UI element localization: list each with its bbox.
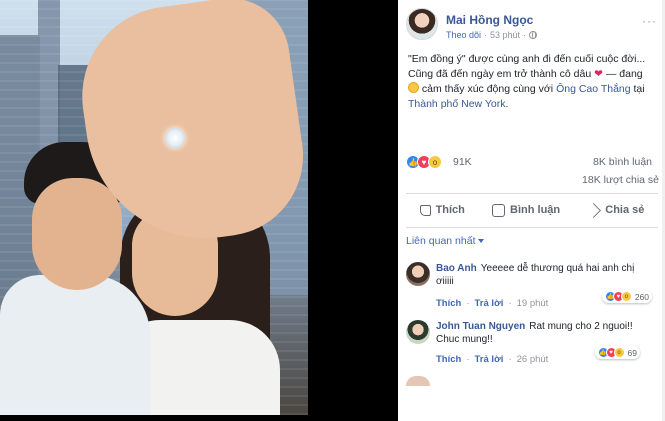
post-text: "Em đồng ý" được cùng anh đi đến cuối cu…: [408, 52, 660, 112]
photo-border: [0, 415, 308, 421]
comment-actions: Thích · Trả lời · 19 phút: [436, 298, 548, 309]
post-photo[interactable]: [0, 0, 308, 415]
meta-dot: ·: [466, 298, 470, 309]
commenter-avatar[interactable]: [406, 262, 430, 286]
comment-reaction-count: 260: [634, 291, 649, 302]
comment-like-link[interactable]: Thích: [436, 298, 461, 309]
follow-link[interactable]: Theo dõi: [446, 30, 481, 40]
comment-reactions[interactable]: 👍 ♥ o 69: [594, 346, 640, 359]
comment-filter-dropdown[interactable]: Liên quan nhất: [406, 235, 485, 247]
author-avatar[interactable]: [406, 8, 438, 40]
post-text-period: .: [505, 98, 509, 110]
comment-reply-link[interactable]: Trả lời: [475, 354, 504, 365]
post-text-line: tại: [633, 83, 645, 95]
post-actions: Thích Bình luận Chia sẻ: [406, 198, 658, 222]
comment-button-label: Bình luận: [510, 204, 561, 216]
share-count[interactable]: 18K lượt chia sẻ: [582, 174, 659, 186]
theater-background: [308, 0, 398, 421]
comment-body: John Tuan Nguyen Rat mung cho 2 nguoi!! C…: [436, 320, 652, 346]
comment-button[interactable]: Bình luận: [492, 203, 561, 217]
post-meta: Theo dõi · 53 phút ·: [446, 30, 538, 40]
post-text-line: Cũng đã đến ngày em trở thành cô dâu: [408, 68, 592, 80]
globe-icon: [529, 31, 538, 39]
like-button[interactable]: Thích: [419, 204, 465, 216]
post-time[interactable]: 53 phút: [490, 30, 520, 40]
share-icon: [586, 202, 602, 218]
divider: [406, 193, 658, 194]
tagged-person-link[interactable]: Ông Cao Thắng: [556, 83, 631, 95]
heart-icon: ❤: [594, 68, 603, 80]
comment-actions: Thích · Trả lời · 26 phút: [436, 354, 548, 365]
chevron-down-icon: [478, 239, 485, 243]
like-button-label: Thích: [435, 204, 465, 216]
man-shirt: [0, 275, 150, 415]
post-text-line: cảm thấy xúc động cùng với: [421, 83, 554, 95]
meta-dot: ·: [523, 30, 527, 40]
meta-dot: ·: [466, 354, 470, 365]
commenter-avatar[interactable]: [406, 320, 430, 344]
moved-emoji-icon: [408, 82, 419, 93]
comment-item: John Tuan Nguyen Rat mung cho 2 nguoi!! C…: [406, 320, 662, 370]
reaction-summary: 👍 ♥ o 91K 8K bình luận: [406, 155, 658, 171]
comment-icon: [492, 203, 506, 217]
comment-time[interactable]: 19 phút: [517, 298, 549, 309]
wow-icon: o: [428, 155, 442, 169]
comment-reactions[interactable]: 👍 ♥ o 260: [601, 290, 652, 303]
share-button[interactable]: Chia sẻ: [586, 202, 645, 218]
meta-dot: ·: [508, 354, 512, 365]
wow-icon: o: [613, 347, 625, 358]
comment-item: Bao Anh Yeeeee dễ thương quá hai anh chị …: [406, 262, 662, 312]
commenter-name[interactable]: John Tuan Nguyen: [436, 321, 525, 332]
more-icon[interactable]: ···: [642, 14, 657, 28]
reaction-icons[interactable]: 👍 ♥ o: [406, 155, 442, 169]
meta-dot: ·: [484, 30, 488, 40]
comment-body: Bao Anh Yeeeee dễ thương quá hai anh chị …: [436, 262, 652, 288]
engagement-ring: [165, 128, 185, 148]
comment-reply-link[interactable]: Trả lời: [475, 298, 504, 309]
comment-like-link[interactable]: Thích: [436, 354, 461, 365]
comment-time[interactable]: 26 phút: [517, 354, 549, 365]
divider: [406, 227, 658, 228]
reaction-count[interactable]: 91K: [453, 156, 472, 168]
meta-dot: ·: [508, 298, 512, 309]
wow-icon: o: [620, 291, 632, 302]
author-name[interactable]: Mai Hồng Ngọc: [446, 13, 533, 27]
comment-reaction-count: 69: [627, 347, 637, 358]
comment-filter-label: Liên quan nhất: [406, 235, 476, 247]
share-button-label: Chia sẻ: [605, 204, 645, 216]
comment-count[interactable]: 8K bình luận: [593, 156, 652, 168]
commenter-name[interactable]: Bao Anh: [436, 263, 477, 274]
post-side-panel: Mai Hồng Ngọc Theo dõi · 53 phút · ··· "…: [398, 0, 665, 421]
man-face: [32, 178, 122, 290]
tagged-place-link[interactable]: Thành phố New York: [408, 98, 505, 110]
post-header: Mai Hồng Ngọc Theo dõi · 53 phút · ···: [398, 8, 665, 44]
like-icon: [419, 204, 431, 216]
post-text-line: — đang: [605, 68, 643, 80]
post-text-line: "Em đồng ý" được cùng anh đi đến cuối cu…: [408, 53, 646, 65]
commenter-avatar[interactable]: [406, 376, 430, 386]
